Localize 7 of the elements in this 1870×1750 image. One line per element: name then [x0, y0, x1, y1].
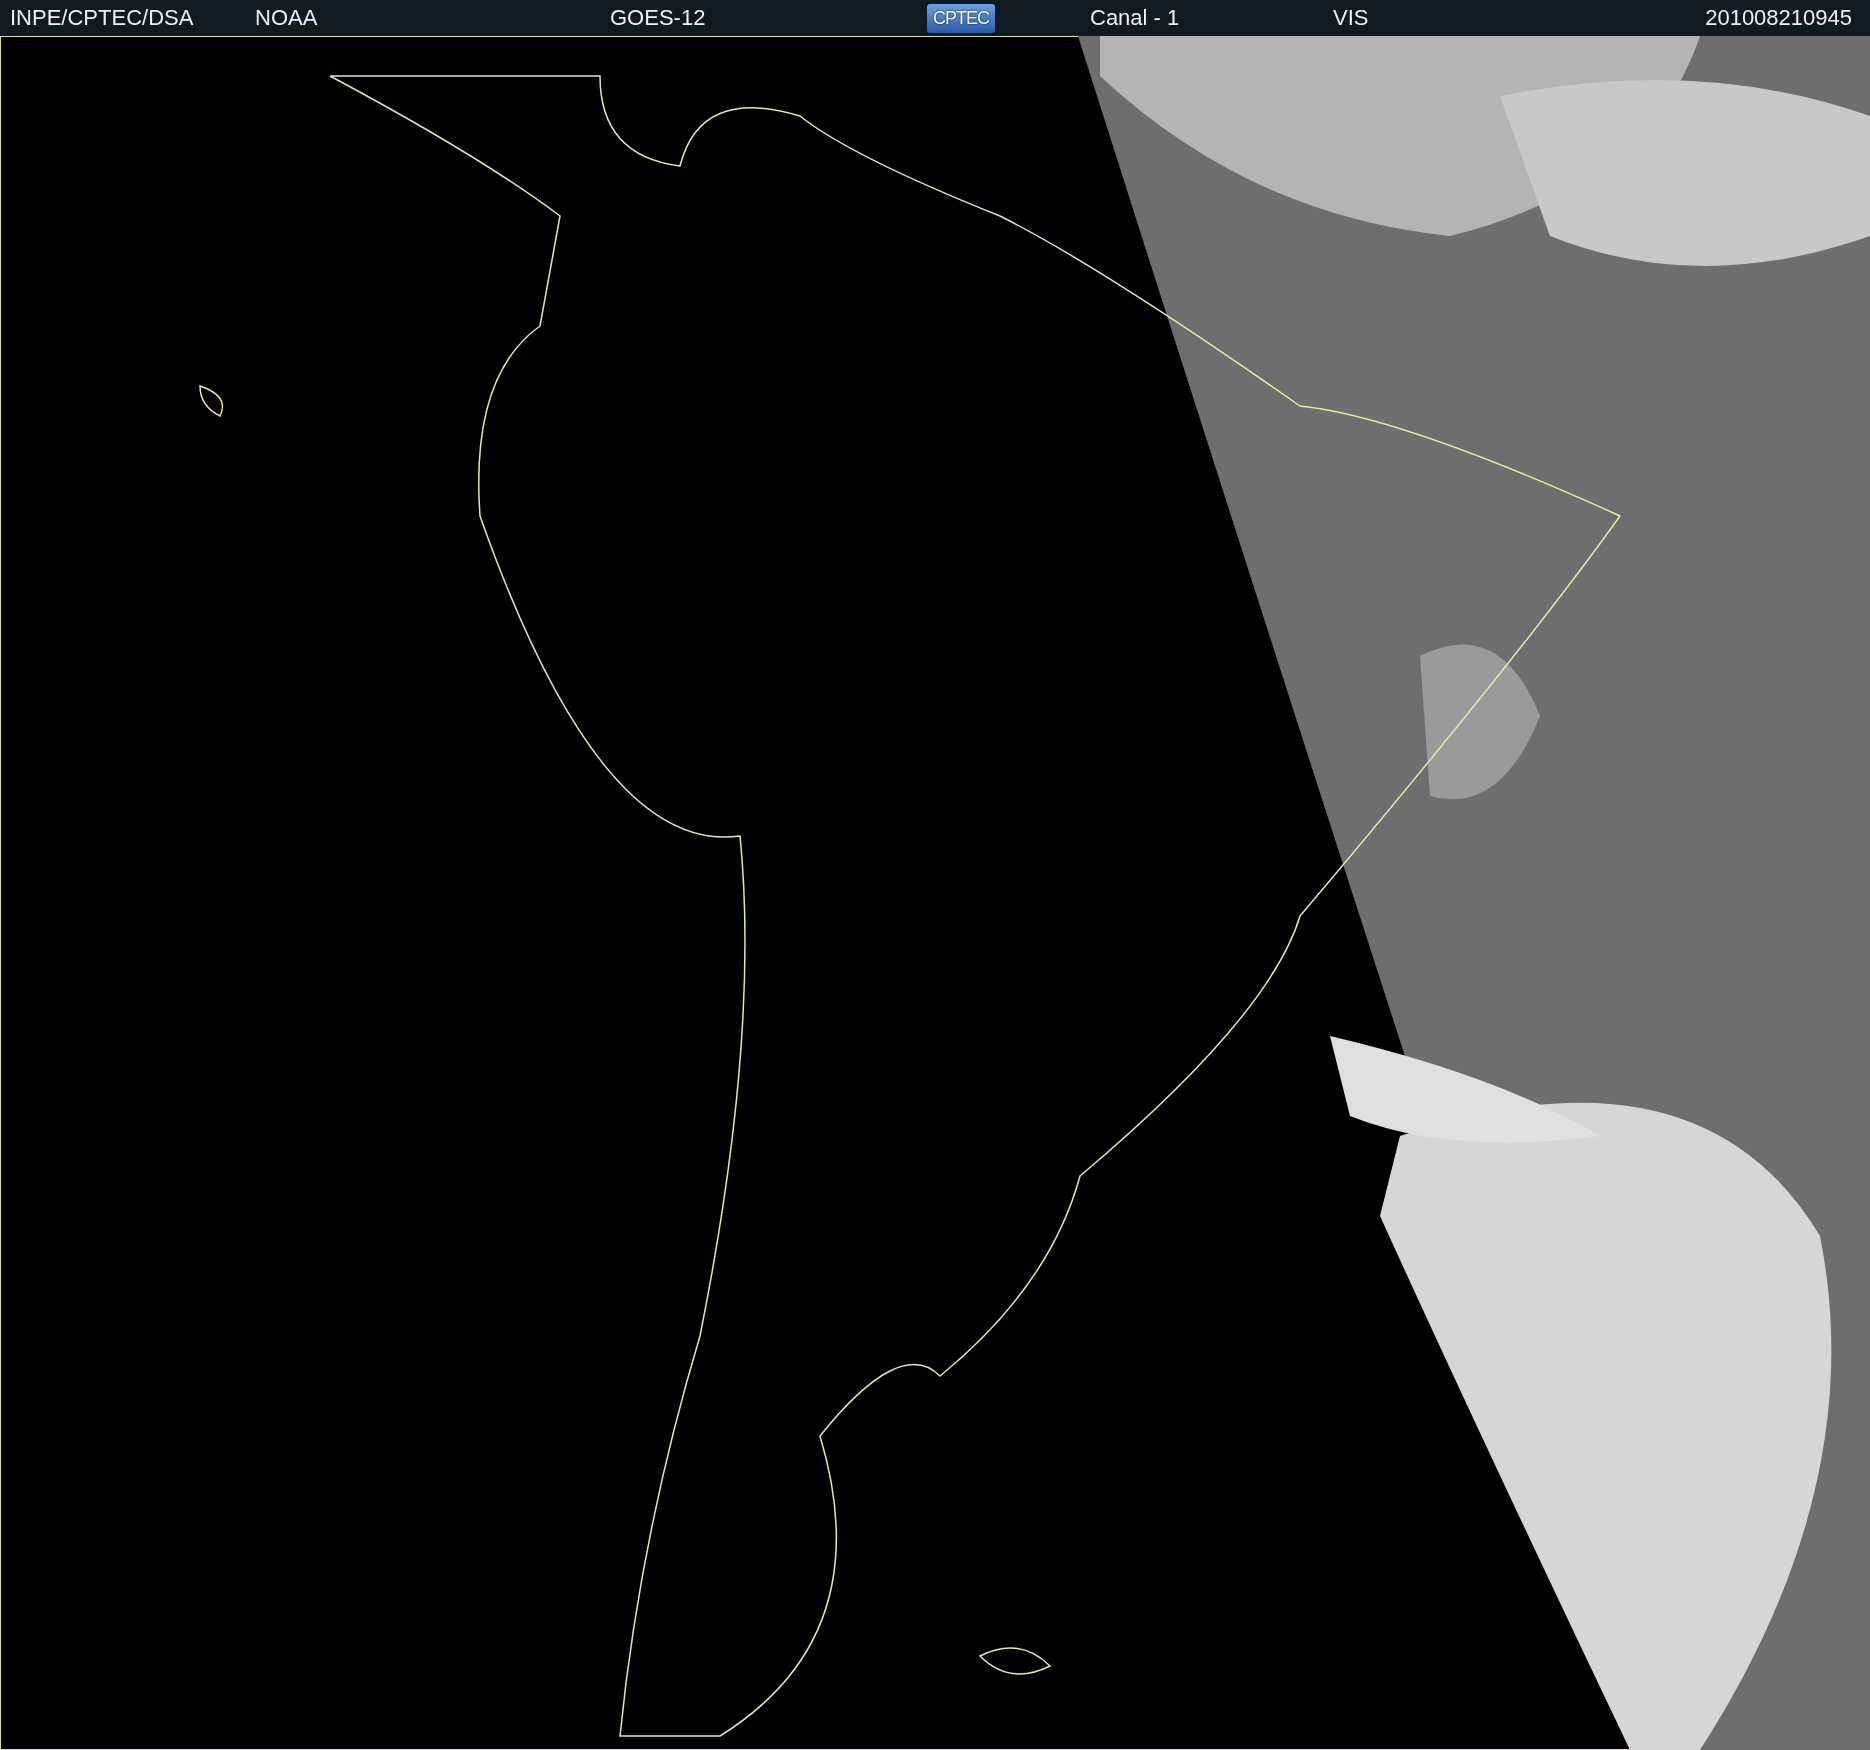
logo: CPTEC — [927, 3, 995, 33]
header-label: GOES-12 — [610, 5, 706, 31]
header-label: VIS — [1333, 5, 1369, 31]
header-label: 201008210945 — [1705, 5, 1853, 31]
header-label: INPE/CPTEC/DSA — [10, 5, 194, 31]
header-label: Canal - 1 — [1090, 5, 1180, 31]
header-label: NOAA — [255, 5, 318, 31]
